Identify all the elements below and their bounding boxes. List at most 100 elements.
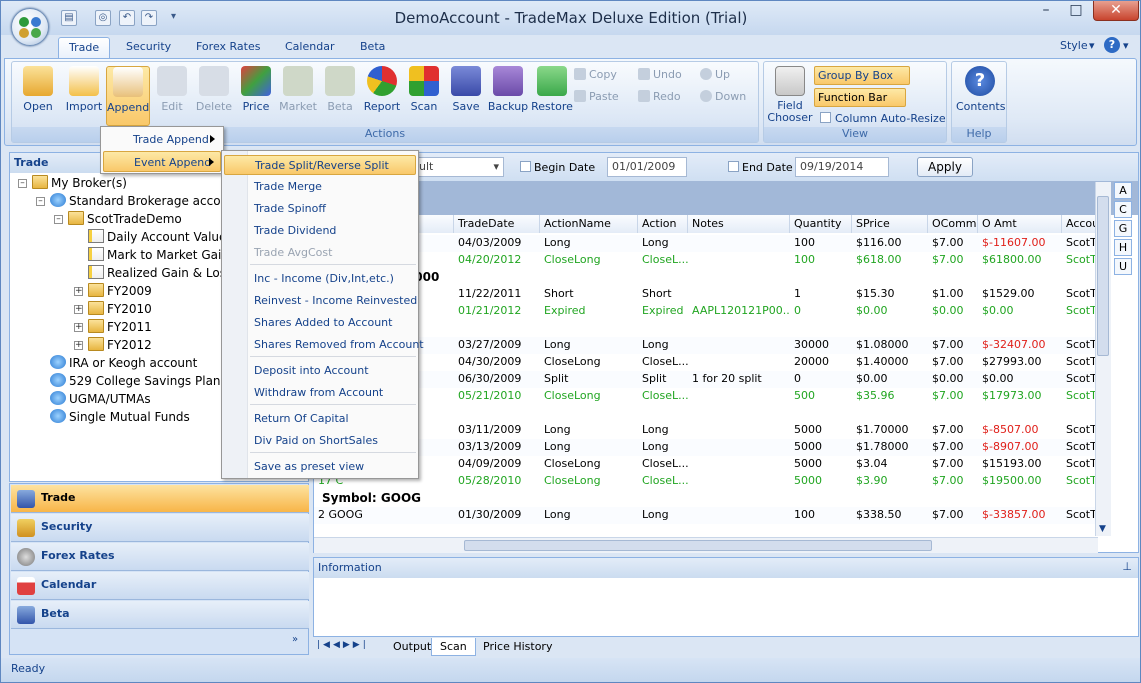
tree-node-ira[interactable]: IRA or Keogh account [50, 354, 197, 372]
collapse-toggle[interactable]: – [54, 215, 63, 224]
backup-button[interactable]: Backup [486, 66, 530, 126]
style-menu[interactable]: Style [1060, 39, 1088, 52]
table-row[interactable]: 06/30/2009 Split Split 1 for 20 split 0 $0.00… [314, 371, 1098, 388]
table-row[interactable]: 04/30/2009 CloseLong CloseL... 20000 $1.4000… [314, 354, 1098, 371]
undo-icon[interactable]: ↶ [119, 10, 135, 26]
collapse-toggle[interactable]: – [36, 197, 45, 206]
column-header-trade-date[interactable]: TradeDate [454, 215, 540, 233]
table-row[interactable]: 03/27/2009 Long Long 30000 $1.08000 $7.00 $-32… [314, 337, 1098, 354]
menu-trade-merge[interactable]: Trade Merge [224, 177, 416, 197]
contents-button[interactable]: ? Contents [956, 66, 1005, 126]
report-button[interactable]: Report [360, 66, 404, 126]
tree-node-mark-to-market[interactable]: Mark to Market Gain [88, 246, 229, 264]
menu-event-append[interactable]: Event Append [103, 151, 221, 172]
help-dropdown-icon[interactable]: ▾ [1123, 39, 1129, 52]
price-button[interactable]: Price [234, 66, 278, 126]
edit-button[interactable]: Edit [150, 66, 194, 126]
up-button[interactable]: Up [700, 66, 730, 84]
tree-node-fy2009[interactable]: FY2009 [88, 282, 152, 300]
beta-button[interactable]: Beta [318, 66, 362, 126]
table-row[interactable]: 04/20/2012 CloseLong CloseL... 100 $618.00 $7… [314, 252, 1098, 269]
menu-return-of-capital[interactable]: Return Of Capital [224, 409, 416, 429]
undo-button[interactable]: Undo [638, 66, 682, 84]
tree-node-realized-gain[interactable]: Realized Gain & Loss [88, 264, 232, 282]
toolbar-a-button[interactable]: A [1114, 182, 1132, 199]
menu-income[interactable]: Inc - Income (Div,Int,etc.) [224, 269, 416, 289]
market-button[interactable]: Market [276, 66, 320, 126]
tree-node-fy2012[interactable]: FY2012 [88, 336, 152, 354]
function-bar-button[interactable]: Function Bar [814, 88, 906, 107]
group-row[interactable]: 20121P00360000 [314, 269, 1098, 286]
help-icon[interactable]: ? [1104, 37, 1120, 53]
tree-node-scottradedemo[interactable]: ScotTradeDemo [68, 210, 182, 228]
table-row[interactable]: 2 GOOG 01/30/2009 Long Long 100 $338.50 $7.00 $… [314, 507, 1098, 524]
menu-div-paid-shortsales[interactable]: Div Paid on ShortSales [224, 431, 416, 451]
apply-button[interactable]: Apply [917, 157, 973, 177]
expand-toggle[interactable]: + [74, 305, 83, 314]
toolbar-h-button[interactable]: H [1114, 239, 1132, 256]
column-header-o-amt[interactable]: O Amt [978, 215, 1062, 233]
tab-security[interactable]: Security [116, 37, 181, 59]
delete-button[interactable]: Delete [192, 66, 236, 126]
column-header-sprice[interactable]: SPrice [852, 215, 928, 233]
menu-shares-removed[interactable]: Shares Removed from Account [224, 335, 424, 355]
maximize-button[interactable]: □ [1061, 1, 1091, 21]
tree-node-ugma[interactable]: UGMA/UTMAs [50, 390, 151, 408]
column-header-quantity[interactable]: Quantity [790, 215, 852, 233]
menu-reinvest[interactable]: Reinvest - Income Reinvested [224, 291, 417, 311]
pin-icon[interactable]: ⊥ [1122, 560, 1132, 573]
table-row[interactable]: 201...11/22/2011ShortShort1$15.30$1.00$1… [314, 286, 1098, 303]
qat-customize-icon[interactable]: ▾ [171, 11, 176, 22]
table-row[interactable]: 03/13/2009 Long Long 5000 $1.78000 $7.00 $-890… [314, 439, 1098, 456]
menu-withdraw[interactable]: Withdraw from Account [224, 383, 416, 403]
save-button[interactable]: Save [444, 66, 488, 126]
nav-beta[interactable]: Beta [11, 601, 309, 629]
scroll-down-icon[interactable]: ▼ [1099, 524, 1106, 534]
scan-button[interactable]: Scan [402, 66, 446, 126]
end-date-checkbox[interactable]: End Date [728, 161, 793, 174]
view-select[interactable]: ult ▾ [414, 157, 504, 177]
column-header-ocomm[interactable]: OComm [928, 215, 978, 233]
expand-toggle[interactable]: + [74, 323, 83, 332]
table-row[interactable]: 17 C 05/28/2010 CloseLong CloseL... 5000 $3.9… [314, 473, 1098, 490]
append-button[interactable]: Append [106, 66, 150, 126]
nav-calendar[interactable]: Calendar [11, 572, 309, 600]
nav-trade[interactable]: Trade [11, 485, 309, 513]
import-button[interactable]: Import [62, 66, 106, 126]
style-dropdown-icon[interactable]: ▾ [1089, 39, 1095, 52]
group-row[interactable]: Symbol: GOOG [314, 490, 1098, 507]
tree-node-fy2010[interactable]: FY2010 [88, 300, 152, 318]
column-header-action[interactable]: Action [638, 215, 688, 233]
redo-button[interactable]: Redo [638, 88, 681, 106]
scroll-thumb[interactable] [464, 540, 932, 551]
end-date-input[interactable]: 09/19/2014 [795, 157, 889, 177]
tree-node-mutual-funds[interactable]: Single Mutual Funds [50, 408, 190, 426]
restore-button[interactable]: Restore [530, 66, 574, 126]
table-row[interactable]: 05/21/2010 CloseLong CloseL... 500 $35.96 $7.… [314, 388, 1098, 405]
field-chooser-button[interactable]: Field Chooser [766, 66, 814, 132]
toolbar-g-button[interactable]: G [1114, 220, 1132, 237]
open-button[interactable]: Open [16, 66, 60, 126]
menu-save-preset-view[interactable]: Save as preset view [224, 457, 416, 477]
tab-calendar[interactable]: Calendar [275, 37, 344, 59]
paste-button[interactable]: Paste [574, 88, 619, 106]
tree-node-standard-brokerage[interactable]: Standard Brokerage account [50, 192, 240, 210]
copy-button[interactable]: Copy [574, 66, 617, 84]
nav-expand-icon[interactable]: » [292, 634, 298, 645]
tab-beta[interactable]: Beta [350, 37, 395, 59]
tree-node-daily-account-value[interactable]: Daily Account Value [88, 228, 226, 246]
scroll-thumb[interactable] [1097, 196, 1109, 356]
collapse-toggle[interactable]: – [18, 179, 27, 188]
begin-date-checkbox[interactable]: Begin Date [520, 161, 595, 174]
group-by-box-button[interactable]: Group By Box [814, 66, 910, 85]
column-auto-resize-checkbox[interactable]: Column Auto-Resize [820, 112, 946, 125]
menu-trade-dividend[interactable]: Trade Dividend [224, 221, 416, 241]
nav-security[interactable]: Security [11, 514, 309, 542]
nav-forex-rates[interactable]: Forex Rates [11, 543, 309, 571]
print-icon[interactable]: ▤ [61, 10, 77, 26]
expand-toggle[interactable]: + [74, 341, 83, 350]
redo-icon[interactable]: ↷ [141, 10, 157, 26]
column-header-action-name[interactable]: ActionName [540, 215, 638, 233]
preview-icon[interactable]: ◎ [95, 10, 111, 26]
tree-node-529[interactable]: 529 College Savings Plans [50, 372, 227, 390]
